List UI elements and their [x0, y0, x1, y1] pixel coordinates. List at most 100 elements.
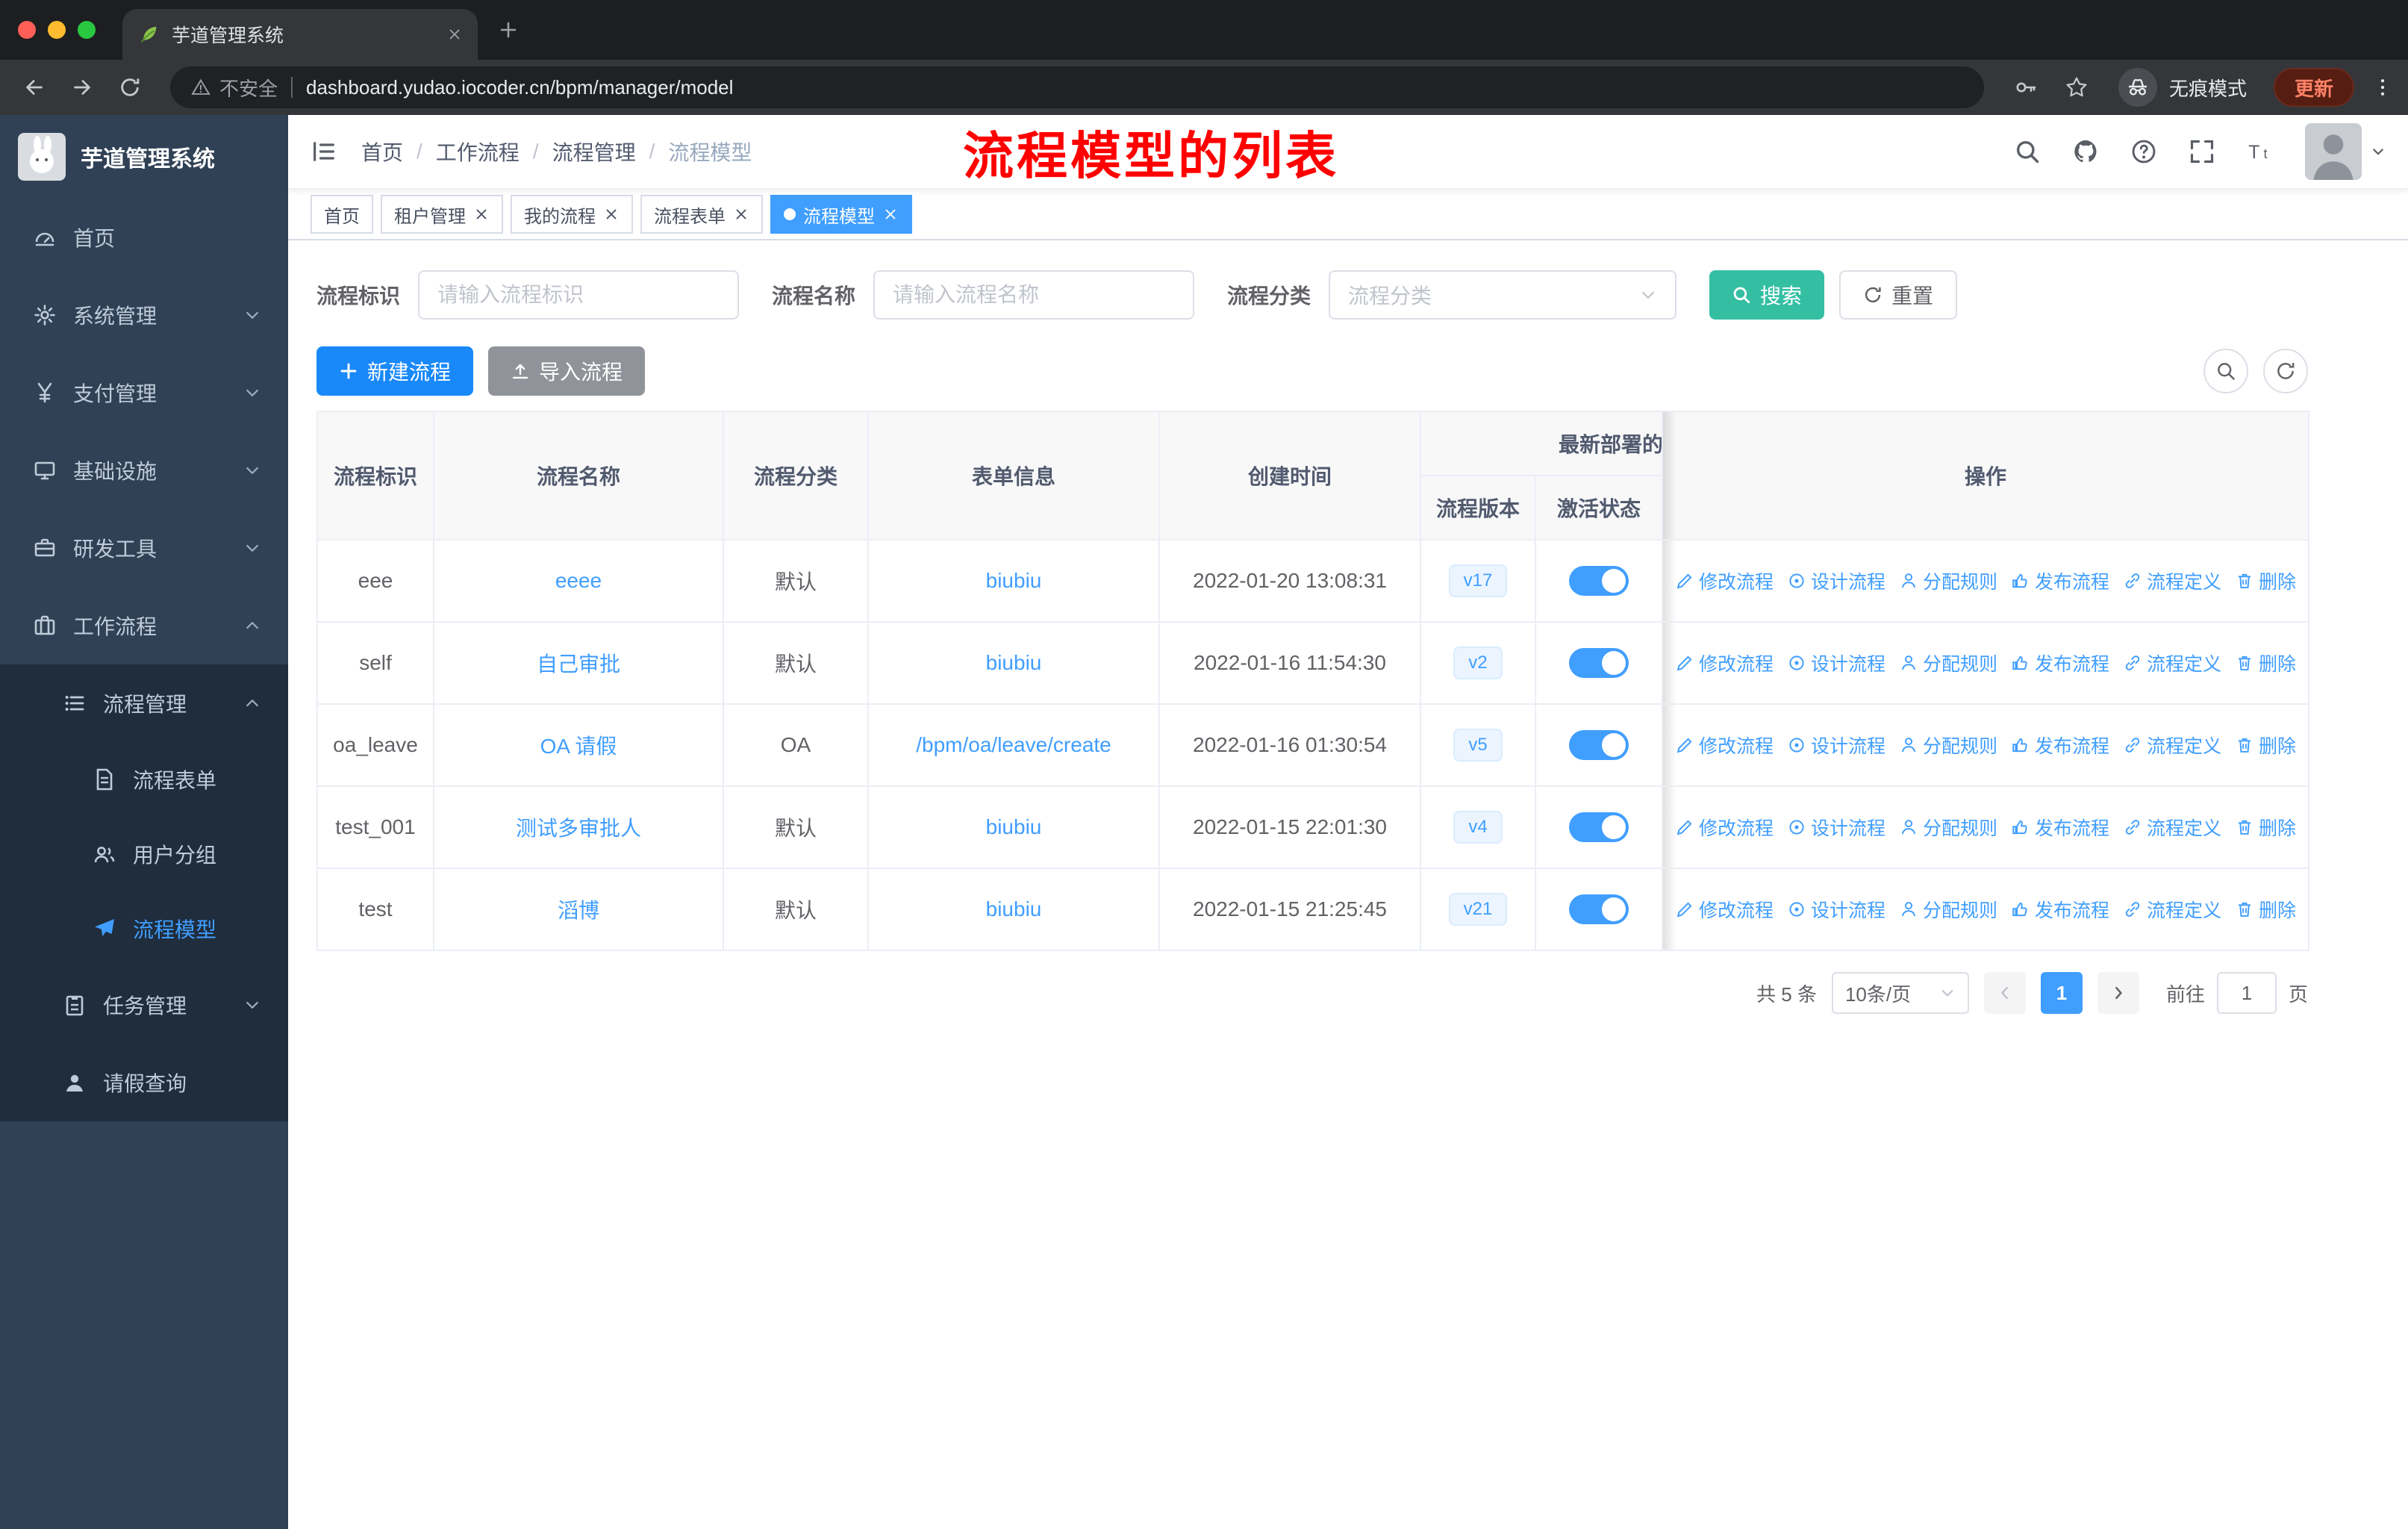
next-page-button[interactable]	[2097, 972, 2139, 1014]
action-definition[interactable]: 流程定义	[2123, 650, 2221, 676]
process-name-link[interactable]: OA 请假	[540, 735, 617, 758]
search-button[interactable]: 搜索	[1709, 270, 1825, 320]
action-edit[interactable]: 修改流程	[1675, 732, 1774, 759]
action-assign[interactable]: 分配规则	[1899, 650, 1997, 676]
tag-3[interactable]: 流程表单	[640, 195, 763, 234]
form-info-link[interactable]: biubiu	[986, 815, 1042, 838]
reset-button[interactable]: 重置	[1839, 270, 1958, 320]
sidebar-item-leave-query[interactable]: 请假查询	[0, 1044, 288, 1121]
tag-1[interactable]: 租户管理	[381, 195, 503, 234]
sidebar-item-user-group[interactable]: 用户分组	[0, 817, 288, 891]
action-publish[interactable]: 发布流程	[2011, 896, 2109, 923]
action-design[interactable]: 设计流程	[1787, 732, 1885, 759]
tag-0[interactable]: 首页	[311, 195, 373, 234]
browser-tab[interactable]: 芋道管理系统	[122, 9, 478, 60]
form-info-link[interactable]: biubiu	[986, 569, 1042, 592]
activation-toggle[interactable]	[1569, 648, 1629, 678]
process-category-select[interactable]: 流程分类	[1329, 270, 1677, 320]
font-size-icon[interactable]: Tt	[2247, 138, 2274, 165]
action-design[interactable]: 设计流程	[1787, 896, 1885, 923]
action-delete[interactable]: 删除	[2235, 896, 2296, 923]
import-process-button[interactable]: 导入流程	[488, 346, 646, 396]
address-bar[interactable]: 不安全 dashboard.yudao.iocoder.cn/bpm/manag…	[170, 66, 1984, 108]
sidebar-item-dev-tools[interactable]: 研发工具	[0, 509, 288, 587]
app-logo-row[interactable]: 芋道管理系统	[0, 115, 288, 199]
process-key-input[interactable]	[418, 270, 740, 320]
sidebar-item-infrastructure[interactable]: 基础设施	[0, 432, 288, 509]
help-icon[interactable]	[2130, 138, 2157, 165]
back-icon[interactable]	[15, 68, 54, 107]
close-icon[interactable]	[603, 206, 620, 222]
browser-menu-kebab-icon[interactable]	[2372, 77, 2393, 98]
create-process-button[interactable]: 新建流程	[316, 346, 474, 396]
github-icon[interactable]	[2072, 138, 2099, 165]
breadcrumb-item[interactable]: 首页	[361, 137, 403, 166]
current-page[interactable]: 1	[2040, 972, 2083, 1014]
action-delete[interactable]: 删除	[2235, 567, 2296, 594]
action-publish[interactable]: 发布流程	[2011, 650, 2109, 676]
key-icon[interactable]	[2014, 75, 2038, 99]
close-icon[interactable]	[882, 206, 899, 222]
sidebar-item-payment[interactable]: 支付管理	[0, 354, 288, 432]
sidebar-item-process-form[interactable]: 流程表单	[0, 742, 288, 817]
process-name-link[interactable]: 自己审批	[537, 653, 620, 676]
sidebar-item-task-manage[interactable]: 任务管理	[0, 966, 288, 1044]
action-publish[interactable]: 发布流程	[2011, 732, 2109, 759]
action-assign[interactable]: 分配规则	[1899, 896, 1997, 923]
action-edit[interactable]: 修改流程	[1675, 567, 1774, 594]
activation-toggle[interactable]	[1569, 730, 1629, 760]
activation-toggle[interactable]	[1569, 894, 1629, 924]
sidebar-item-system[interactable]: 系统管理	[0, 276, 288, 354]
action-assign[interactable]: 分配规则	[1899, 567, 1997, 594]
forward-icon[interactable]	[63, 68, 102, 107]
sidebar-item-home[interactable]: 首页	[0, 199, 288, 276]
toggle-search-icon[interactable]	[2203, 349, 2248, 393]
tag-4[interactable]: 流程模型	[770, 195, 912, 234]
page-size-select[interactable]: 10条/页	[1831, 972, 1969, 1014]
breadcrumb-item[interactable]: 流程管理	[552, 137, 636, 166]
close-icon[interactable]	[473, 206, 490, 222]
action-assign[interactable]: 分配规则	[1899, 814, 1997, 841]
url-text[interactable]: dashboard.yudao.iocoder.cn/bpm/manager/m…	[306, 76, 733, 99]
action-delete[interactable]: 删除	[2235, 814, 2296, 841]
process-name-input[interactable]	[873, 270, 1195, 320]
sidebar-item-process-model[interactable]: 流程模型	[0, 891, 288, 966]
tab-close-icon[interactable]	[446, 26, 463, 43]
action-publish[interactable]: 发布流程	[2011, 814, 2109, 841]
action-edit[interactable]: 修改流程	[1675, 814, 1774, 841]
user-menu[interactable]	[2305, 123, 2386, 180]
form-info-link[interactable]: /bpm/oa/leave/create	[916, 733, 1111, 756]
minimize-window-button[interactable]	[48, 21, 66, 39]
new-tab-button[interactable]	[499, 20, 518, 40]
goto-page-input[interactable]	[2216, 972, 2277, 1014]
sidebar-item-workflow[interactable]: 工作流程	[0, 587, 288, 664]
zoom-window-button[interactable]	[78, 21, 96, 39]
action-delete[interactable]: 删除	[2235, 650, 2296, 676]
form-info-link[interactable]: biubiu	[986, 651, 1042, 674]
close-window-button[interactable]	[18, 21, 36, 39]
prev-page-button[interactable]	[1983, 972, 2026, 1014]
reload-icon[interactable]	[110, 68, 149, 107]
process-name-link[interactable]: 滔博	[558, 899, 599, 922]
star-icon[interactable]	[2065, 75, 2089, 99]
activation-toggle[interactable]	[1569, 566, 1629, 596]
process-name-link[interactable]: eeee	[555, 569, 602, 592]
browser-update-button[interactable]: 更新	[2273, 68, 2354, 107]
action-definition[interactable]: 流程定义	[2123, 814, 2221, 841]
action-delete[interactable]: 删除	[2235, 732, 2296, 759]
process-name-link[interactable]: 测试多审批人	[516, 817, 641, 840]
close-icon[interactable]	[733, 206, 749, 222]
action-edit[interactable]: 修改流程	[1675, 650, 1774, 676]
action-definition[interactable]: 流程定义	[2123, 732, 2221, 759]
sidebar-item-process-manage[interactable]: 流程管理	[0, 664, 288, 742]
action-design[interactable]: 设计流程	[1787, 650, 1885, 676]
incognito-indicator[interactable]: 无痕模式	[2118, 68, 2247, 107]
security-label[interactable]: 不安全	[219, 74, 278, 102]
breadcrumb-item[interactable]: 工作流程	[436, 137, 520, 166]
form-info-link[interactable]: biubiu	[986, 897, 1042, 921]
action-publish[interactable]: 发布流程	[2011, 567, 2109, 594]
action-design[interactable]: 设计流程	[1787, 567, 1885, 594]
activation-toggle[interactable]	[1569, 812, 1629, 842]
action-definition[interactable]: 流程定义	[2123, 896, 2221, 923]
action-edit[interactable]: 修改流程	[1675, 896, 1774, 923]
